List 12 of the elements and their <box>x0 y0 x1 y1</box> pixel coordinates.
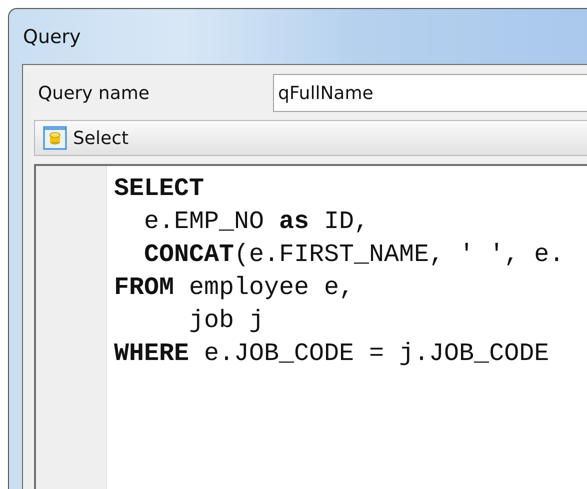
sql-editor[interactable]: SELECT e.EMP_NO as ID, CONCAT(e.FIRST_NAME, ' ', e. FROM employee e, job j WHERE e.JOB_CODE = j.JOB_CODE <box>34 164 587 489</box>
code-line: e.EMP_NO as ID, <box>143 206 370 238</box>
database-icon <box>43 126 67 150</box>
query-name-field[interactable]: qFullName <box>273 74 587 112</box>
select-tab-button[interactable]: Select <box>43 126 129 150</box>
code-line: CONCAT(e.FIRST_NAME, ' ', e. <box>143 239 564 271</box>
window-title: Query <box>23 24 82 50</box>
code-line: WHERE e.JOB_CODE = j.JOB_CODE <box>114 338 550 370</box>
code-line: FROM employee e, <box>114 272 356 304</box>
query-name-label: Query name <box>37 82 150 104</box>
code-line: SELECT <box>114 173 206 205</box>
code-line: job j <box>188 305 266 337</box>
